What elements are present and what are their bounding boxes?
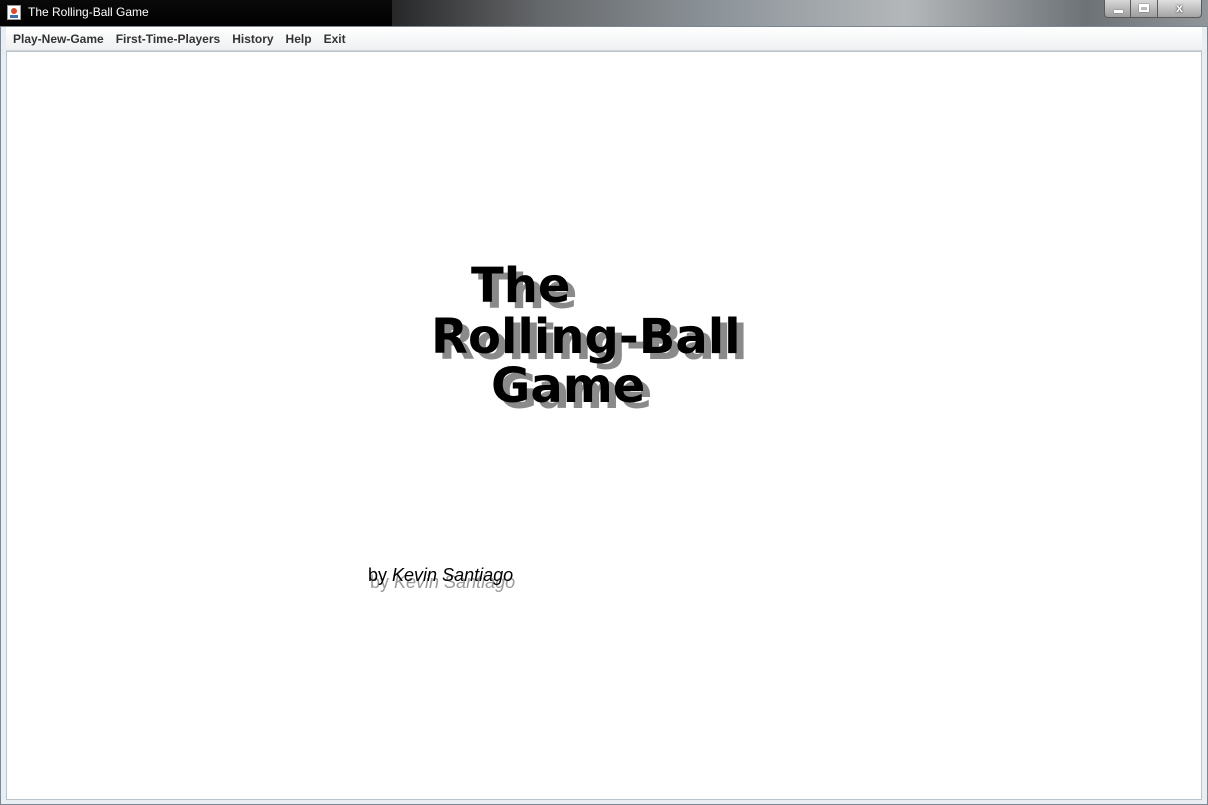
title-bar[interactable]: The Rolling-Ball Game x [0, 0, 1208, 26]
minimize-button[interactable] [1104, 0, 1131, 18]
menu-help[interactable]: Help [281, 28, 317, 50]
menu-bar: Play-New-Game First-Time-Players History… [6, 27, 1202, 51]
splash-title-line-2: Rolling-Ball Rolling-Ball [431, 313, 748, 367]
splash-title-line-3: Game Game [491, 362, 652, 416]
java-app-icon[interactable] [7, 5, 21, 20]
title-text: Game [491, 358, 646, 414]
app-window: The Rolling-Ball Game x Play-New-Game Fi… [0, 0, 1208, 805]
window-title: The Rolling-Ball Game [28, 5, 149, 19]
title-text: Rolling-Ball [431, 309, 741, 365]
menu-history[interactable]: History [227, 28, 278, 50]
splash-title-line-1: The The [471, 262, 577, 316]
title-text: The [471, 258, 571, 314]
menu-first-time-players[interactable]: First-Time-Players [111, 28, 226, 50]
author-name: Kevin Santiago [392, 565, 514, 585]
close-icon: x [1176, 1, 1183, 15]
author-credit: by Kevin Santiago by Kevin Santiago [368, 565, 515, 592]
maximize-icon [1139, 4, 1149, 12]
window-controls: x [1104, 0, 1202, 19]
game-canvas[interactable]: The The Rolling-Ball Rolling-Ball Game G… [6, 51, 1202, 800]
by-prefix: by [368, 565, 388, 585]
minimize-icon [1114, 10, 1123, 13]
close-button[interactable]: x [1158, 0, 1202, 18]
author-credit-text: by Kevin Santiago [368, 565, 513, 585]
maximize-button[interactable] [1131, 0, 1158, 18]
menu-exit[interactable]: Exit [319, 28, 351, 50]
menu-play-new-game[interactable]: Play-New-Game [8, 28, 109, 50]
